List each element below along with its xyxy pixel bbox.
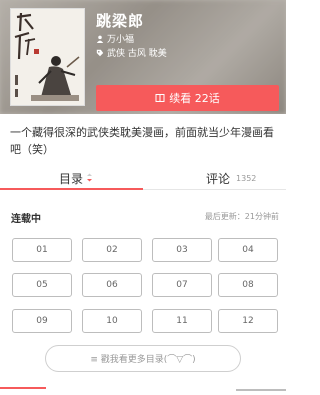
continue-reading-button[interactable]: 续看 22话 <box>96 85 279 111</box>
comic-header: 跳梁郎 万小福 武侠 古风 耽美 续看 22话 <box>0 0 286 114</box>
chapter-button[interactable]: 09 <box>12 309 72 333</box>
author-row: 万小福 <box>96 32 134 45</box>
more-catalog-button[interactable]: ≡ 戳我看更多目录(⌒▽⌒) <box>45 345 241 372</box>
footer-accent-left <box>0 387 46 389</box>
serial-status: 连载中 <box>11 214 41 225</box>
tab-comments-label: 评论 <box>206 171 231 186</box>
chapter-button[interactable]: 12 <box>218 309 278 333</box>
chapter-button[interactable]: 03 <box>152 238 212 262</box>
tab-catalog-label: 目录 <box>59 171 84 186</box>
footer-divider-right <box>236 389 286 391</box>
author-name[interactable]: 万小福 <box>107 32 134 45</box>
chapter-button[interactable]: 05 <box>12 273 72 297</box>
active-tab-indicator <box>0 188 143 190</box>
chapter-button[interactable]: 10 <box>82 309 142 333</box>
tab-catalog[interactable]: 目录 <box>59 166 93 190</box>
sort-icon[interactable] <box>86 173 93 183</box>
book-icon <box>155 94 165 102</box>
genre-tags[interactable]: 武侠 古风 耽美 <box>107 46 167 59</box>
tab-comments[interactable]: 评论 1352 <box>206 166 256 190</box>
chapter-button[interactable]: 08 <box>218 273 278 297</box>
comic-title: 跳梁郎 <box>96 12 145 30</box>
chapter-button[interactable]: 06 <box>82 273 142 297</box>
continue-reading-label: 续看 22话 <box>169 92 220 105</box>
chapter-button[interactable]: 01 <box>12 238 72 262</box>
chapter-button[interactable]: 04 <box>218 238 278 262</box>
comments-count: 1352 <box>236 173 257 183</box>
person-icon <box>96 35 104 43</box>
tag-icon <box>96 49 104 56</box>
tags-row: 武侠 古风 耽美 <box>96 46 167 59</box>
chapter-button[interactable]: 11 <box>152 309 212 333</box>
comic-description: 一个藏得很深的武侠类耽美漫画，前面就当少年漫画看吧（笑） <box>10 126 274 156</box>
tab-bar: 目录 评论 1352 <box>0 166 286 190</box>
comic-cover[interactable] <box>10 8 85 106</box>
last-update-time: 最后更新：21分钟前 <box>204 212 279 221</box>
chapter-button[interactable]: 07 <box>152 273 212 297</box>
chapter-button[interactable]: 02 <box>82 238 142 262</box>
